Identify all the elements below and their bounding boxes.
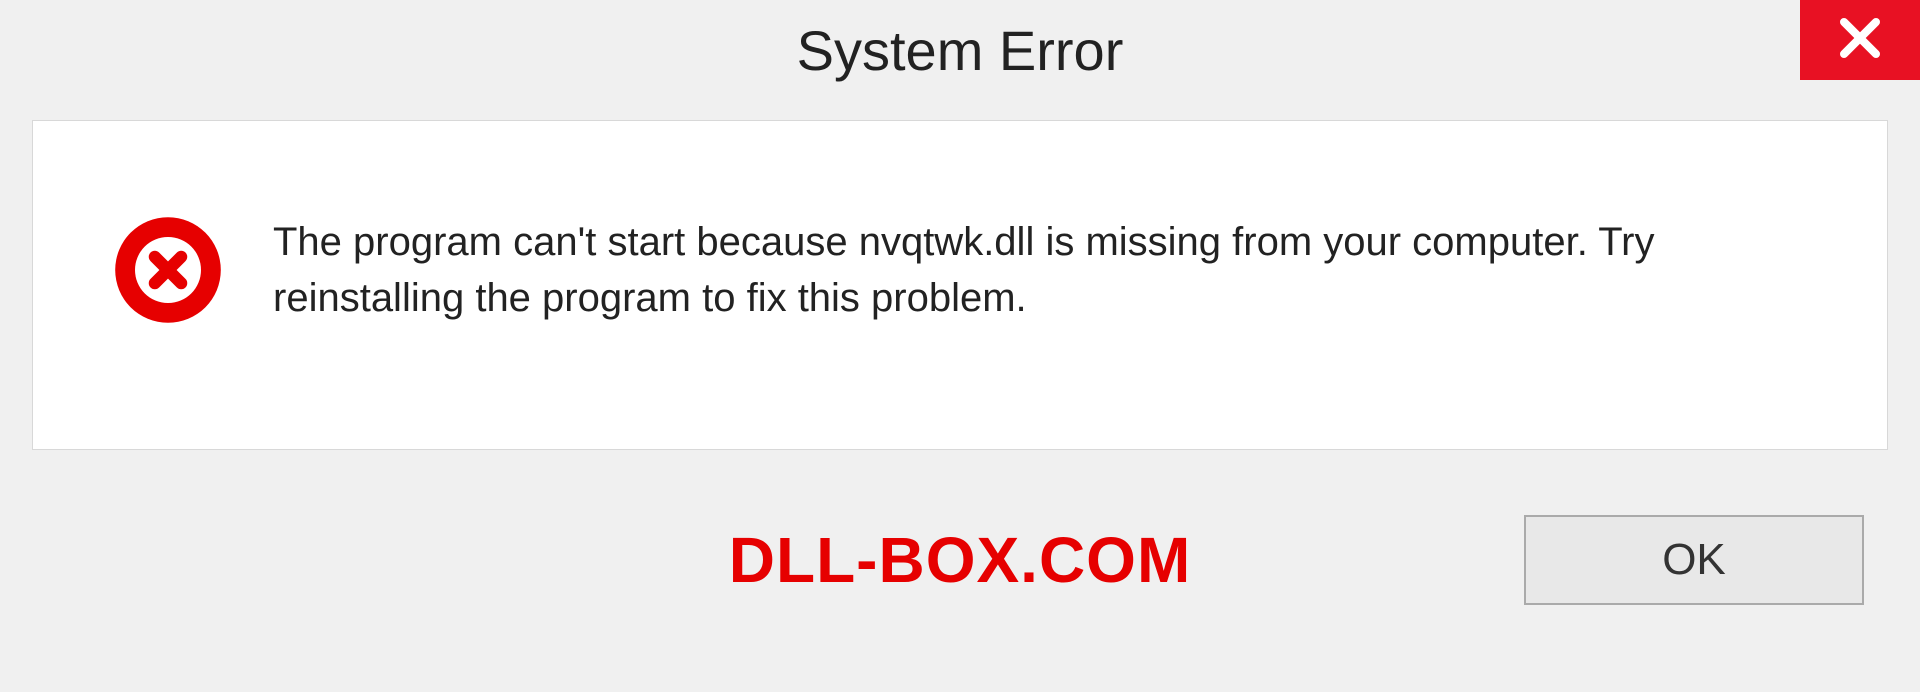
error-message: The program can't start because nvqtwk.d… <box>273 214 1807 326</box>
titlebar: System Error <box>0 0 1920 100</box>
message-panel: The program can't start because nvqtwk.d… <box>32 120 1888 450</box>
error-icon <box>113 215 223 325</box>
ok-button[interactable]: OK <box>1524 515 1864 605</box>
dialog-footer: DLL-BOX.COM OK <box>0 450 1920 670</box>
ok-button-label: OK <box>1662 535 1726 585</box>
close-button[interactable] <box>1800 0 1920 80</box>
close-icon <box>1836 14 1884 67</box>
dialog-title: System Error <box>797 18 1124 83</box>
watermark-text: DLL-BOX.COM <box>729 523 1192 597</box>
